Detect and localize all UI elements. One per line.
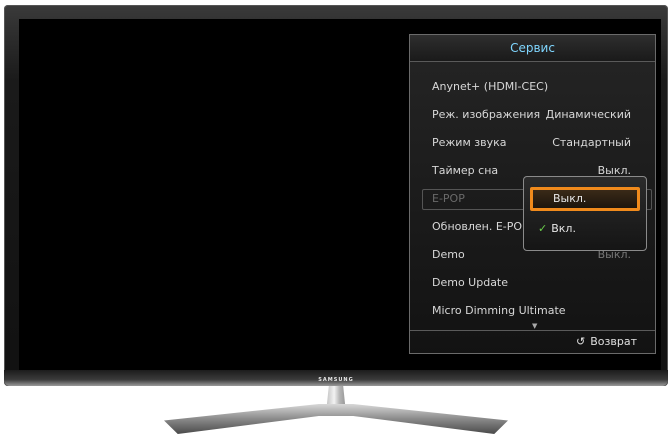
option-label: Вкл.	[551, 222, 576, 235]
menu-item-value: Стандартный	[552, 136, 631, 149]
menu-footer: ↺ Возврат	[410, 330, 655, 353]
option-on[interactable]: ✓ Вкл.	[530, 217, 640, 241]
menu-item-picture-mode[interactable]: Реж. изображения Динамический	[410, 101, 655, 129]
return-button[interactable]: ↺ Возврат	[576, 335, 637, 348]
return-label: Возврат	[590, 335, 637, 348]
menu-item-label: Demo	[432, 248, 465, 261]
e-pop-options-popup: Выкл. ✓ Вкл.	[523, 176, 647, 251]
menu-title: Сервис	[410, 35, 655, 62]
tv-stand-base	[164, 404, 508, 434]
menu-item-label: E-POP	[432, 192, 465, 205]
return-icon: ↺	[576, 335, 586, 348]
menu-item-label: Обновлен. E-POP	[432, 220, 529, 233]
menu-item-label: Таймер сна	[432, 164, 499, 177]
brand-logo: SAMSUNG	[318, 377, 354, 383]
menu-item-anynet[interactable]: Anynet+ (HDMI-CEC)	[410, 73, 655, 101]
menu-item-label: Реж. изображения	[432, 108, 541, 121]
menu-item-label: Режим звука	[432, 136, 507, 149]
menu-item-sound-mode[interactable]: Режим звука Стандартный	[410, 129, 655, 157]
menu-item-demo-update[interactable]: Demo Update	[410, 269, 655, 297]
scroll-down-icon[interactable]: ▼	[532, 322, 537, 330]
menu-item-micro-dimming[interactable]: Micro Dimming Ultimate	[410, 297, 655, 325]
menu-item-label: Micro Dimming Ultimate	[432, 304, 566, 317]
check-icon: ✓	[538, 222, 548, 235]
menu-item-label: Demo Update	[432, 276, 509, 289]
menu-item-label: Anynet+ (HDMI-CEC)	[432, 80, 549, 93]
option-off[interactable]: Выкл.	[530, 187, 640, 211]
option-label: Выкл.	[553, 192, 587, 205]
menu-item-value: Динамический	[545, 108, 631, 121]
